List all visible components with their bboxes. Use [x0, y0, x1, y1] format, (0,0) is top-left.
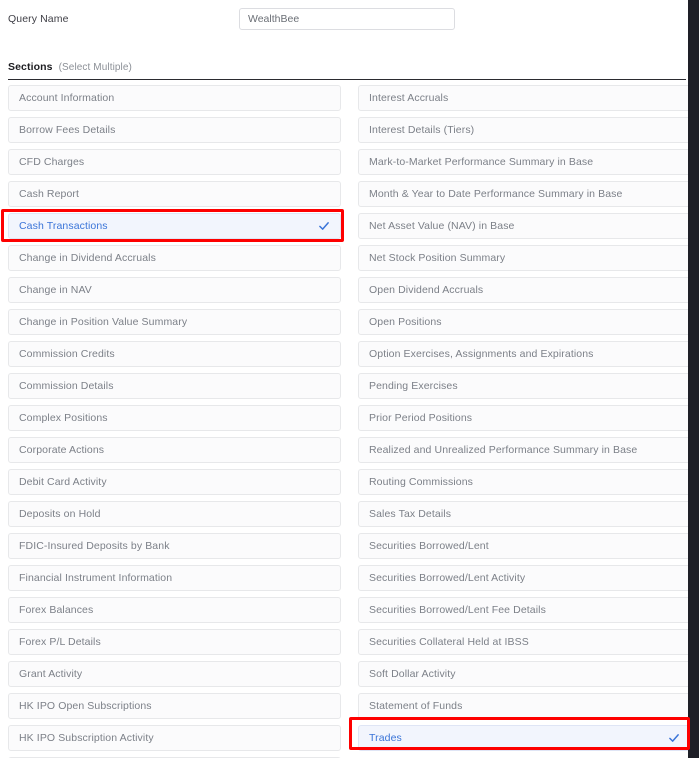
section-item-label: Net Asset Value (NAV) in Base: [369, 220, 515, 232]
section-item-label: Net Stock Position Summary: [369, 252, 506, 264]
section-item-pending-exercises[interactable]: Pending Exercises: [358, 373, 688, 399]
section-item-label: HK IPO Open Subscriptions: [19, 700, 152, 712]
section-item-sales-tax-details[interactable]: Sales Tax Details: [358, 501, 688, 527]
section-item-cash-transactions[interactable]: Cash Transactions: [8, 213, 341, 239]
section-item-net-asset-value-nav-in-base[interactable]: Net Asset Value (NAV) in Base: [358, 213, 688, 239]
section-item-label: Realized and Unrealized Performance Summ…: [369, 444, 638, 456]
section-item-commission-credits[interactable]: Commission Credits: [8, 341, 341, 367]
sections-select-multiple-hint: (Select Multiple): [58, 62, 132, 73]
section-item-label: CFD Charges: [19, 156, 85, 168]
right-gutter: [688, 0, 699, 758]
section-item-hk-ipo-open-subscriptions[interactable]: HK IPO Open Subscriptions: [8, 693, 341, 719]
section-item-realized-and-unrealized-performance-summary-in-base[interactable]: Realized and Unrealized Performance Summ…: [358, 437, 688, 463]
section-item-borrow-fees-details[interactable]: Borrow Fees Details: [8, 117, 341, 143]
section-item-label: Commission Details: [19, 380, 114, 392]
section-item-label: Change in Position Value Summary: [19, 316, 188, 328]
sections-header: Sections (Select Multiple): [8, 61, 680, 77]
section-item-interest-details-tiers[interactable]: Interest Details (Tiers): [358, 117, 688, 143]
section-item-label: Financial Instrument Information: [19, 572, 173, 584]
section-item-debit-card-activity[interactable]: Debit Card Activity: [8, 469, 341, 495]
section-item-label: Debit Card Activity: [19, 476, 107, 488]
section-item-label: Mark-to-Market Performance Summary in Ba…: [369, 156, 594, 168]
section-item-change-in-nav[interactable]: Change in NAV: [8, 277, 341, 303]
sections-columns: Account Information Borrow Fees Details CF…: [0, 85, 688, 758]
section-item-change-in-position-value-summary[interactable]: Change in Position Value Summary: [8, 309, 341, 335]
section-item-label: Soft Dollar Activity: [369, 668, 456, 680]
section-item-label: Forex P/L Details: [19, 636, 101, 648]
section-item-forex-balances[interactable]: Forex Balances: [8, 597, 341, 623]
section-item-complex-positions[interactable]: Complex Positions: [8, 405, 341, 431]
section-item-label: Corporate Actions: [19, 444, 105, 456]
section-item-month-year-to-date-performance-summary-in-base[interactable]: Month & Year to Date Performance Summary…: [358, 181, 688, 207]
section-item-label: Account Information: [19, 92, 115, 104]
section-item-cash-report[interactable]: Cash Report: [8, 181, 341, 207]
section-item-fdic-insured-deposits-by-bank[interactable]: FDIC-Insured Deposits by Bank: [8, 533, 341, 559]
section-item-label: Securities Borrowed/Lent Fee Details: [369, 604, 546, 616]
section-item-label: Open Positions: [369, 316, 442, 328]
sections-right-column: Interest Accruals Interest Details (Tiers…: [358, 85, 688, 758]
section-item-label: Interest Accruals: [369, 92, 449, 104]
section-item-label: Securities Collateral Held at IBSS: [369, 636, 529, 648]
section-item-financial-instrument-information[interactable]: Financial Instrument Information: [8, 565, 341, 591]
section-item-open-positions[interactable]: Open Positions: [358, 309, 688, 335]
section-item-label: Change in NAV: [19, 284, 92, 296]
section-item-corporate-actions[interactable]: Corporate Actions: [8, 437, 341, 463]
section-item-label: Cash Transactions: [19, 220, 108, 232]
section-item-forex-p-l-details[interactable]: Forex P/L Details: [8, 629, 341, 655]
section-item-label: Open Dividend Accruals: [369, 284, 484, 296]
section-item-label: Trades: [369, 732, 402, 744]
section-item-label: Statement of Funds: [369, 700, 463, 712]
section-item-label: Routing Commissions: [369, 476, 474, 488]
sections-divider: [8, 79, 686, 80]
section-item-soft-dollar-activity[interactable]: Soft Dollar Activity: [358, 661, 688, 687]
section-item-label: Change in Dividend Accruals: [19, 252, 156, 264]
section-item-mark-to-market-performance-summary-in-base[interactable]: Mark-to-Market Performance Summary in Ba…: [358, 149, 688, 175]
section-selector-page: Query Name Sections (Select Multiple) Ac…: [0, 0, 699, 758]
section-item-label: Securities Borrowed/Lent: [369, 540, 489, 552]
section-item-trades[interactable]: Trades: [358, 725, 688, 751]
check-icon: [318, 220, 330, 232]
section-item-cfd-charges[interactable]: CFD Charges: [8, 149, 341, 175]
section-item-grant-activity[interactable]: Grant Activity: [8, 661, 341, 687]
section-item-label: Cash Report: [19, 188, 80, 200]
section-item-label: Sales Tax Details: [369, 508, 452, 520]
section-item-label: Month & Year to Date Performance Summary…: [369, 188, 623, 200]
section-item-change-in-dividend-accruals[interactable]: Change in Dividend Accruals: [8, 245, 341, 271]
section-item-securities-borrowed-lent-activity[interactable]: Securities Borrowed/Lent Activity: [358, 565, 688, 591]
query-name-label: Query Name: [8, 13, 69, 25]
section-item-routing-commissions[interactable]: Routing Commissions: [358, 469, 688, 495]
section-item-label: Commission Credits: [19, 348, 115, 360]
check-icon: [668, 732, 680, 744]
section-item-label: Complex Positions: [19, 412, 108, 424]
section-item-label: Option Exercises, Assignments and Expira…: [369, 348, 594, 360]
section-item-label: Borrow Fees Details: [19, 124, 116, 136]
query-name-row: Query Name: [0, 8, 688, 38]
section-item-securities-borrowed-lent-fee-details[interactable]: Securities Borrowed/Lent Fee Details: [358, 597, 688, 623]
section-item-securities-collateral-held-at-ibss[interactable]: Securities Collateral Held at IBSS: [358, 629, 688, 655]
section-item-net-stock-position-summary[interactable]: Net Stock Position Summary: [358, 245, 688, 271]
section-item-label: FDIC-Insured Deposits by Bank: [19, 540, 170, 552]
section-item-label: Pending Exercises: [369, 380, 458, 392]
section-item-prior-period-positions[interactable]: Prior Period Positions: [358, 405, 688, 431]
section-item-securities-borrowed-lent[interactable]: Securities Borrowed/Lent: [358, 533, 688, 559]
section-item-interest-accruals[interactable]: Interest Accruals: [358, 85, 688, 111]
section-item-commission-details[interactable]: Commission Details: [8, 373, 341, 399]
section-item-label: HK IPO Subscription Activity: [19, 732, 154, 744]
sections-left-column: Account Information Borrow Fees Details CF…: [8, 85, 341, 758]
section-item-option-exercises-assignments-and-expirations[interactable]: Option Exercises, Assignments and Expira…: [358, 341, 688, 367]
section-item-account-information[interactable]: Account Information: [8, 85, 341, 111]
section-item-label: Forex Balances: [19, 604, 94, 616]
section-item-label: Deposits on Hold: [19, 508, 101, 520]
section-item-open-dividend-accruals[interactable]: Open Dividend Accruals: [358, 277, 688, 303]
section-item-label: Grant Activity: [19, 668, 83, 680]
section-item-statement-of-funds[interactable]: Statement of Funds: [358, 693, 688, 719]
sections-title: Sections: [8, 61, 53, 73]
section-item-deposits-on-hold[interactable]: Deposits on Hold: [8, 501, 341, 527]
query-name-input[interactable]: [239, 8, 455, 30]
section-item-label: Prior Period Positions: [369, 412, 473, 424]
section-item-hk-ipo-subscription-activity[interactable]: HK IPO Subscription Activity: [8, 725, 341, 751]
section-item-label: Securities Borrowed/Lent Activity: [369, 572, 526, 584]
section-item-label: Interest Details (Tiers): [369, 124, 475, 136]
